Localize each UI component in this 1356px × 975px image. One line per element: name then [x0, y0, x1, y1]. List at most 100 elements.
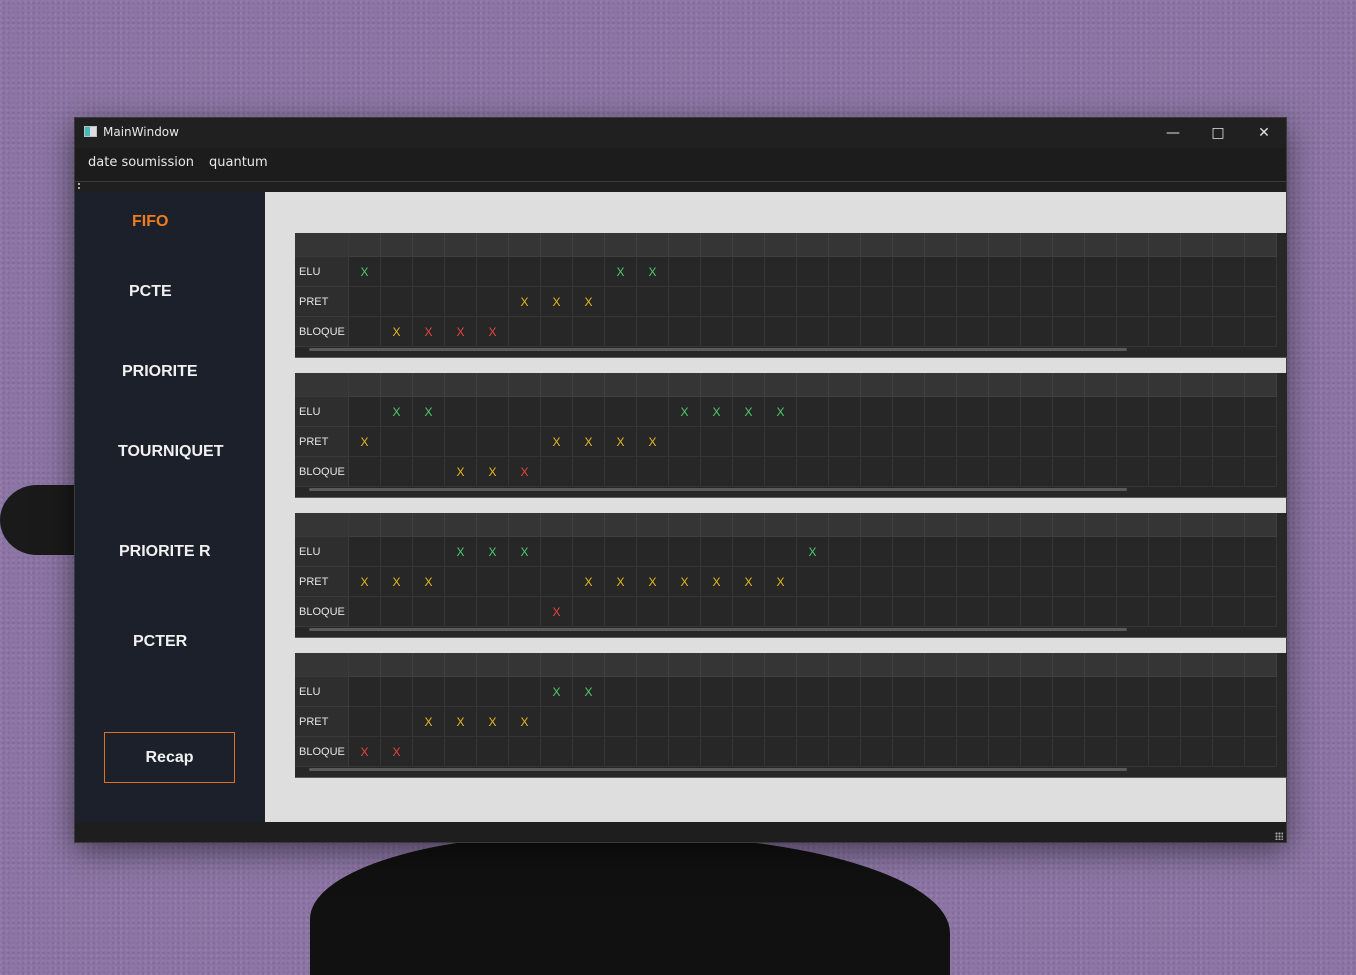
table-cell[interactable]: X	[541, 427, 573, 457]
table-cell[interactable]	[1117, 597, 1149, 627]
table-cell[interactable]	[1181, 567, 1213, 597]
table-cell[interactable]	[1053, 427, 1085, 457]
table-cell[interactable]: X	[733, 397, 765, 427]
column-header[interactable]	[1021, 373, 1053, 397]
column-header[interactable]	[829, 653, 861, 677]
table-cell[interactable]	[1117, 457, 1149, 487]
table-cell[interactable]: X	[445, 537, 477, 567]
table-cell[interactable]	[957, 257, 989, 287]
table-cell[interactable]	[605, 707, 637, 737]
column-header[interactable]	[413, 233, 445, 257]
table-cell[interactable]	[413, 457, 445, 487]
table-cell[interactable]	[477, 287, 509, 317]
column-header[interactable]	[1245, 513, 1277, 537]
table-cell[interactable]: X	[541, 287, 573, 317]
column-header[interactable]	[701, 653, 733, 677]
table-cell[interactable]	[573, 257, 605, 287]
table-cell[interactable]	[797, 597, 829, 627]
table-cell[interactable]	[989, 427, 1021, 457]
table-cell[interactable]	[829, 677, 861, 707]
column-header[interactable]	[733, 233, 765, 257]
table-cell[interactable]	[765, 457, 797, 487]
column-header[interactable]	[733, 653, 765, 677]
column-header[interactable]	[349, 513, 381, 537]
column-header[interactable]	[1021, 233, 1053, 257]
column-header[interactable]	[829, 233, 861, 257]
table-cell[interactable]	[637, 677, 669, 707]
table-cell[interactable]	[765, 427, 797, 457]
column-header[interactable]	[797, 513, 829, 537]
table-cell[interactable]	[1117, 317, 1149, 347]
table-cell[interactable]	[1181, 317, 1213, 347]
table-cell[interactable]	[829, 457, 861, 487]
table-cell[interactable]: X	[669, 397, 701, 427]
table-cell[interactable]: X	[573, 567, 605, 597]
table-cell[interactable]	[509, 567, 541, 597]
table-cell[interactable]	[957, 677, 989, 707]
column-header[interactable]	[1085, 513, 1117, 537]
table-cell[interactable]	[541, 707, 573, 737]
column-header[interactable]	[1053, 513, 1085, 537]
table-cell[interactable]	[1117, 397, 1149, 427]
table-cell[interactable]	[1245, 427, 1277, 457]
table-cell[interactable]	[477, 677, 509, 707]
table-cell[interactable]	[957, 427, 989, 457]
table-cell[interactable]	[829, 317, 861, 347]
table-cell[interactable]	[701, 427, 733, 457]
table-cell[interactable]	[957, 317, 989, 347]
table-cell[interactable]	[733, 457, 765, 487]
table-cell[interactable]	[477, 427, 509, 457]
table-cell[interactable]	[1149, 287, 1181, 317]
table-cell[interactable]	[637, 397, 669, 427]
table-cell[interactable]	[701, 737, 733, 767]
table-cell[interactable]	[1213, 597, 1245, 627]
table-cell[interactable]	[1181, 427, 1213, 457]
table-cell[interactable]	[797, 427, 829, 457]
column-header[interactable]	[1181, 233, 1213, 257]
column-header[interactable]	[893, 233, 925, 257]
table-cell[interactable]	[1213, 457, 1245, 487]
column-header[interactable]	[765, 233, 797, 257]
column-header[interactable]	[1245, 373, 1277, 397]
column-header[interactable]	[381, 373, 413, 397]
column-header[interactable]	[1245, 653, 1277, 677]
table-cell[interactable]	[1213, 427, 1245, 457]
table-cell[interactable]	[1213, 737, 1245, 767]
table-cell[interactable]: X	[381, 567, 413, 597]
table-cell[interactable]	[1149, 457, 1181, 487]
column-header[interactable]	[349, 373, 381, 397]
table-cell[interactable]: X	[477, 707, 509, 737]
table-cell[interactable]	[1117, 287, 1149, 317]
column-header[interactable]	[797, 373, 829, 397]
table-cell[interactable]	[1245, 677, 1277, 707]
table-cell[interactable]	[1245, 257, 1277, 287]
table-cell[interactable]	[861, 537, 893, 567]
table-cell[interactable]	[1149, 677, 1181, 707]
column-header[interactable]	[1149, 653, 1181, 677]
table-cell[interactable]	[957, 457, 989, 487]
table-cell[interactable]	[701, 597, 733, 627]
table-cell[interactable]: X	[413, 567, 445, 597]
column-header[interactable]	[701, 373, 733, 397]
table-cell[interactable]: X	[637, 427, 669, 457]
column-header[interactable]	[701, 233, 733, 257]
table-cell[interactable]	[989, 737, 1021, 767]
column-header[interactable]	[509, 373, 541, 397]
table-cell[interactable]	[1213, 707, 1245, 737]
table-cell[interactable]	[1117, 567, 1149, 597]
table-cell[interactable]	[445, 287, 477, 317]
table-cell[interactable]	[573, 537, 605, 567]
table-cell[interactable]	[701, 257, 733, 287]
table-cell[interactable]	[1181, 287, 1213, 317]
table-cell[interactable]	[957, 537, 989, 567]
table-cell[interactable]: X	[701, 567, 733, 597]
table-cell[interactable]	[1021, 457, 1053, 487]
column-header[interactable]	[1181, 373, 1213, 397]
table-cell[interactable]	[765, 737, 797, 767]
table-cell[interactable]	[605, 317, 637, 347]
table-cell[interactable]	[1213, 677, 1245, 707]
table-cell[interactable]	[1149, 427, 1181, 457]
table-cell[interactable]: X	[381, 737, 413, 767]
table-cell[interactable]	[733, 427, 765, 457]
table-cell[interactable]	[637, 457, 669, 487]
